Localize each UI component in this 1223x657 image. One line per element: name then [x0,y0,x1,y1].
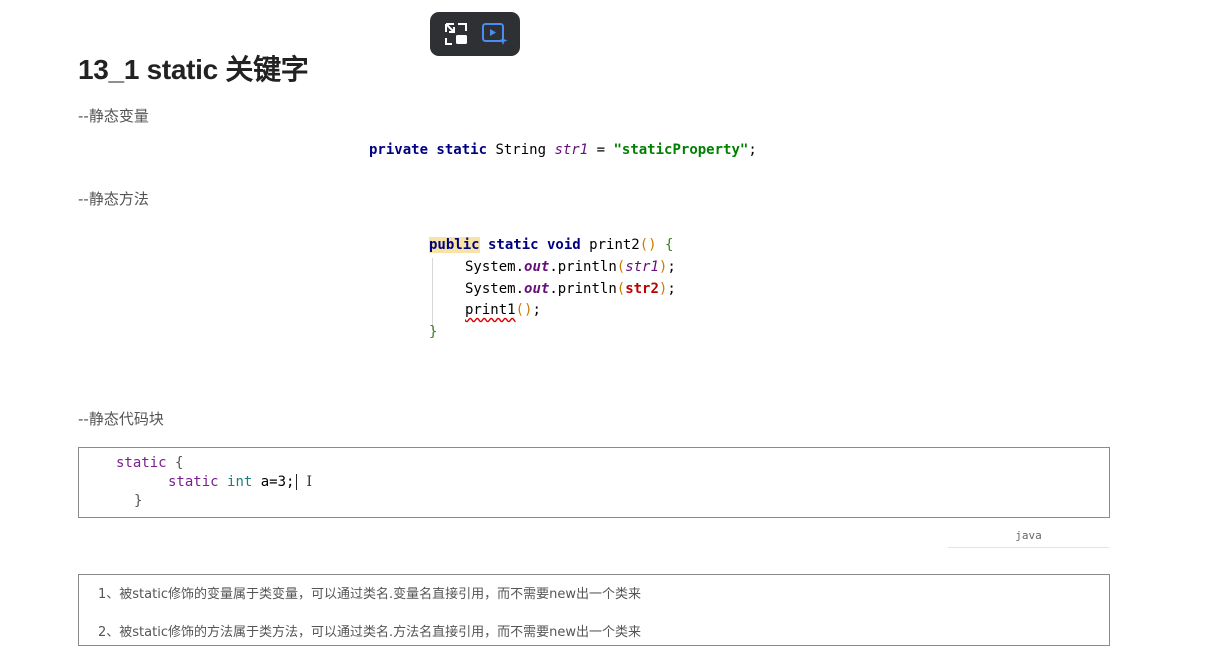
code-static-open: static { [116,455,184,471]
section-static-method: --静态方法 [78,190,149,208]
code-static-field: private static String str1 = "staticProp… [369,142,757,158]
exit-pip-button[interactable] [439,17,473,51]
code-println-str1: System.out.println(str1); [465,259,676,275]
page-title: 13_1 static 关键字 [78,54,309,85]
code-close-brace: } [429,324,438,340]
video-ai-button[interactable] [478,17,512,51]
note-line-1: 1、被static修饰的变量属于类变量，可以通过类名.变量名直接引用，而不需要n… [98,587,641,602]
code-language-selector[interactable]: java [948,529,1109,548]
code-method-signature: public static void print2() { [429,237,674,253]
code-static-int: static int a=3; I [168,474,312,490]
code-call-print1: print1(); [465,302,541,318]
section-static-block: --静态代码块 [78,410,164,428]
code-editor-block[interactable]: static { static int a=3; I } [78,447,1110,518]
code-static-close: } [134,493,143,509]
indent-guide [432,258,433,330]
note-line-2: 2、被static修饰的方法属于类方法，可以通过类名.方法名直接引用，而不需要n… [98,625,641,640]
section-static-variable: --静态变量 [78,107,149,125]
exit-picture-in-picture-icon [444,23,467,45]
video-sparkle-icon [481,23,507,45]
floating-media-toolbar [430,12,520,56]
ibeam-cursor-icon: I [306,474,312,490]
text-cursor [296,474,298,490]
code-println-str2: System.out.println(str2); [465,281,676,297]
